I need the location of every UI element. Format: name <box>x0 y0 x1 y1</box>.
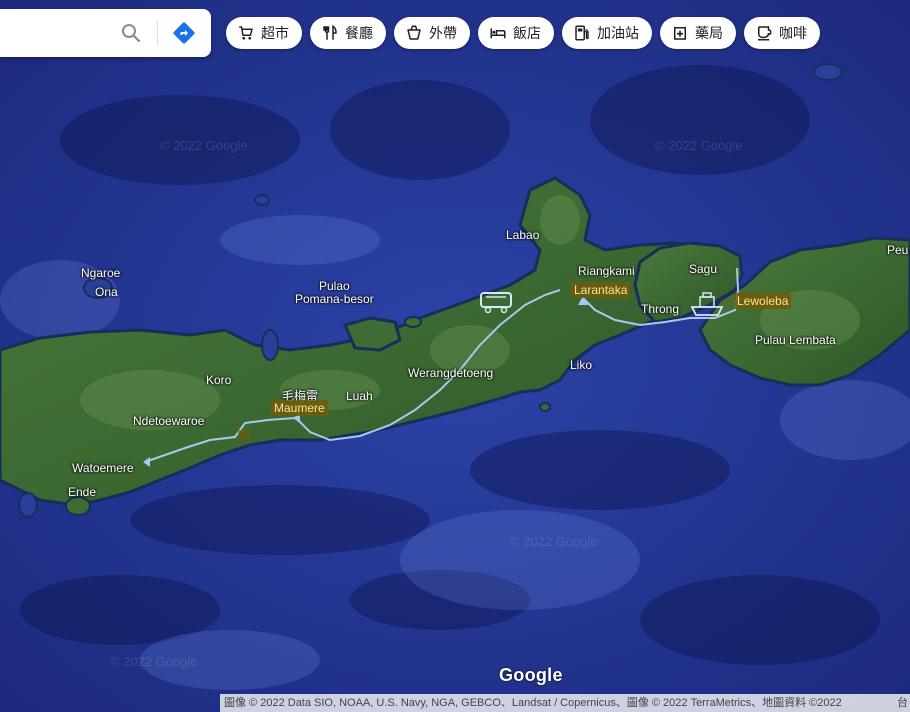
small-island <box>261 329 279 361</box>
chip-label: 外帶 <box>429 25 457 41</box>
chip-label: 咖啡 <box>779 25 807 41</box>
attribution-tail: 台 <box>897 697 908 709</box>
pulau-besar-islands <box>342 316 402 352</box>
attribution-text: 圖像 © 2022 Data SIO, NOAA, U.S. Navy, NGA… <box>224 697 842 709</box>
directions-icon[interactable] <box>172 21 196 45</box>
search-box <box>0 9 211 57</box>
chip-label: 超市 <box>261 25 289 41</box>
place-label-larantaka[interactable]: Larantaka <box>571 282 631 298</box>
category-chips: 超市 餐廳 外帶 飯店 加油站 藥局 咖啡 <box>226 17 820 49</box>
chip-supermarket[interactable]: 超市 <box>226 17 302 49</box>
chip-label: 餐廳 <box>345 25 373 41</box>
chip-label: 飯店 <box>513 25 541 41</box>
place-label-ngaroe[interactable]: Ngaroe <box>81 266 120 280</box>
hotel-icon <box>490 28 506 39</box>
place-label-koro[interactable]: Koro <box>206 373 231 387</box>
chip-label: 藥局 <box>695 25 723 41</box>
place-label-ndetoewaroe[interactable]: Ndetoewaroe <box>133 414 204 428</box>
place-label-pulau-lembata[interactable]: Pulau Lembata <box>755 333 836 347</box>
place-label-werangdetoeng[interactable]: Werangdetoeng <box>408 366 493 380</box>
pharmacy-icon <box>674 27 686 40</box>
small-island <box>539 402 551 412</box>
satellite-map[interactable] <box>0 0 910 712</box>
search-input[interactable] <box>4 21 116 47</box>
chip-restaurant[interactable]: 餐廳 <box>310 17 386 49</box>
small-island <box>18 492 38 518</box>
place-label-labao[interactable]: Labao <box>506 228 539 242</box>
map-watermark: © 2022 Google <box>110 654 198 669</box>
chip-label: 加油站 <box>597 25 639 41</box>
place-label-watoemere[interactable]: Watoemere <box>72 461 134 475</box>
restaurant-icon <box>323 25 337 40</box>
takeout-icon <box>407 25 421 40</box>
small-island <box>404 316 422 328</box>
place-label-ende[interactable]: Ende <box>68 485 96 499</box>
place-label-pulao[interactable]: Pulao <box>319 279 350 293</box>
gas-station-icon <box>575 25 589 41</box>
place-label-throng[interactable]: Throng <box>641 302 679 316</box>
place-label-riangkami[interactable]: Riangkami <box>578 264 635 278</box>
small-island <box>813 63 843 81</box>
place-marker <box>238 430 250 440</box>
place-label-maumere[interactable]: Maumere <box>271 400 328 416</box>
map-attribution[interactable]: 圖像 © 2022 Data SIO, NOAA, U.S. Navy, NGA… <box>220 694 910 712</box>
place-label-peu[interactable]: Peu <box>887 243 908 257</box>
small-island <box>65 496 91 516</box>
map-watermark: © 2022 Google <box>160 138 248 153</box>
coffee-icon <box>758 26 772 41</box>
map-watermark: © 2022 Google <box>510 534 598 549</box>
place-label-ona[interactable]: Ona <box>95 285 118 299</box>
chip-coffee[interactable]: 咖啡 <box>744 17 820 49</box>
place-label-lewoleba[interactable]: Lewoleba <box>734 293 792 309</box>
chip-gas-station[interactable]: 加油站 <box>562 17 652 49</box>
map-watermark: © 2022 Google <box>655 138 743 153</box>
place-label-liko[interactable]: Liko <box>570 358 592 372</box>
place-label-sagu[interactable]: Sagu <box>689 262 717 276</box>
chip-pharmacy[interactable]: 藥局 <box>660 17 736 49</box>
chip-takeout[interactable]: 外帶 <box>394 17 470 49</box>
google-logo: Google <box>499 665 563 685</box>
place-label-pomana-besor[interactable]: Pomana-besor <box>295 292 374 306</box>
place-label-luah[interactable]: Luah <box>346 389 373 403</box>
small-island <box>254 194 270 206</box>
cart-icon <box>239 26 253 40</box>
search-divider <box>157 20 158 46</box>
search-icon[interactable] <box>119 21 143 45</box>
chip-hotel[interactable]: 飯店 <box>478 17 554 49</box>
